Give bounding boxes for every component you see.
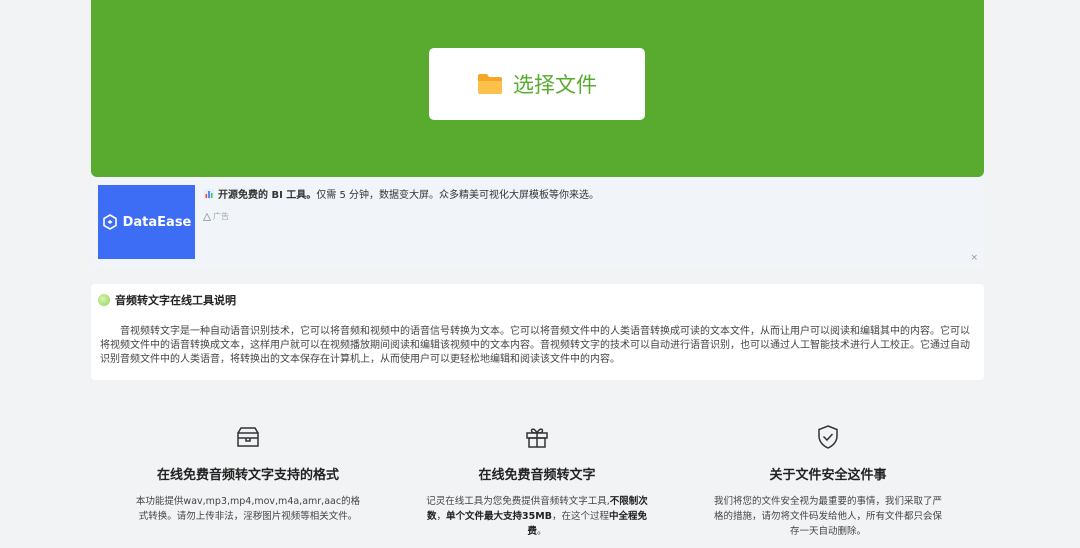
feature-desc-text: ，在这个过程 <box>551 511 609 522</box>
folder-icon <box>478 74 502 94</box>
features-section: 在线免费音频转文字支持的格式 本功能提供wav,mp3,mp4,mov,m4a,… <box>91 420 984 548</box>
upload-panel[interactable]: 选择文件 <box>91 0 984 177</box>
gift-icon <box>526 428 548 448</box>
feature-desc: 记灵在线工具为您免费提供音频转文字工具,不限制次数，单个文件最大支持35MB，在… <box>422 494 652 539</box>
feature-desc: 本功能提供wav,mp3,mp4,mov,m4a,amr,aac的格式转换。请勿… <box>133 494 363 524</box>
ad-logo-text: DataEase <box>122 214 192 230</box>
ad-tag-label: 广告 <box>213 212 229 221</box>
ad-banner[interactable]: DataEase 开源免费的 BI 工具。仅需 5 分钟，数据变大屏。众多精美可… <box>91 177 984 267</box>
description-body: 音视频转文字是一种自动语音识别技术，它可以将音频和视频中的语音信号转换为文本。它… <box>100 326 970 365</box>
ad-logo[interactable]: DataEase <box>98 185 195 259</box>
choose-file-button[interactable]: 选择文件 <box>429 48 645 120</box>
feature-desc-text: ， <box>436 511 447 522</box>
ad-headline-rest: 仅需 5 分钟，数据变大屏。众多精美可视化大屏模板等你来选。 <box>316 190 600 201</box>
feature-desc-text: 本功能提供wav,mp3,mp4,mov,m4a,amr,aac的格式转换。请勿… <box>135 496 361 522</box>
description-card: 音频转文字在线工具说明 音视频转文字是一种自动语音识别技术，它可以将音频和视频中… <box>91 284 984 380</box>
feature-title: 在线免费音频转文字支持的格式 <box>156 468 339 483</box>
green-dot-icon <box>98 294 110 306</box>
feature-title: 在线免费音频转文字 <box>478 468 596 483</box>
feature-desc-text: 。 <box>537 526 547 537</box>
feature-formats: 在线免费音频转文字支持的格式 本功能提供wav,mp3,mp4,mov,m4a,… <box>133 420 363 524</box>
bar-chart-icon <box>204 189 214 199</box>
shield-check-icon <box>818 425 838 449</box>
ad-headline[interactable]: 开源免费的 BI 工具。仅需 5 分钟，数据变大屏。众多精美可视化大屏模板等你来… <box>204 186 599 201</box>
feature-desc-bold: 单个文件最大支持35MB <box>446 511 552 522</box>
box-icon <box>237 427 259 447</box>
feature-security: 关于文件安全这件事 我们将您的文件安全视为最重要的事情，我们采取了严格的措施，请… <box>713 420 943 539</box>
description-title-text: 音频转文字在线工具说明 <box>115 294 236 307</box>
ad-close-button[interactable]: × <box>970 253 978 263</box>
feature-desc: 我们将您的文件安全视为最重要的事情，我们采取了严格的措施，请勿将文件码发给他人，… <box>713 494 943 539</box>
ad-tag: 广告 <box>203 211 229 222</box>
dataease-logo-icon <box>102 214 117 230</box>
description-title: 音频转文字在线工具说明 <box>98 292 236 308</box>
feature-desc-text: 我们将您的文件安全视为最重要的事情，我们采取了严格的措施，请勿将文件码发给他人，… <box>713 496 942 537</box>
feature-free: 在线免费音频转文字 记灵在线工具为您免费提供音频转文字工具,不限制次数，单个文件… <box>422 420 652 539</box>
feature-desc-text: 记灵在线工具为您免费提供音频转文字工具, <box>426 496 610 507</box>
ad-headline-bold: 开源免费的 BI 工具。 <box>218 190 317 201</box>
warning-triangle-icon <box>203 212 211 221</box>
choose-file-label: 选择文件 <box>513 73 597 97</box>
feature-title: 关于文件安全这件事 <box>769 468 887 483</box>
